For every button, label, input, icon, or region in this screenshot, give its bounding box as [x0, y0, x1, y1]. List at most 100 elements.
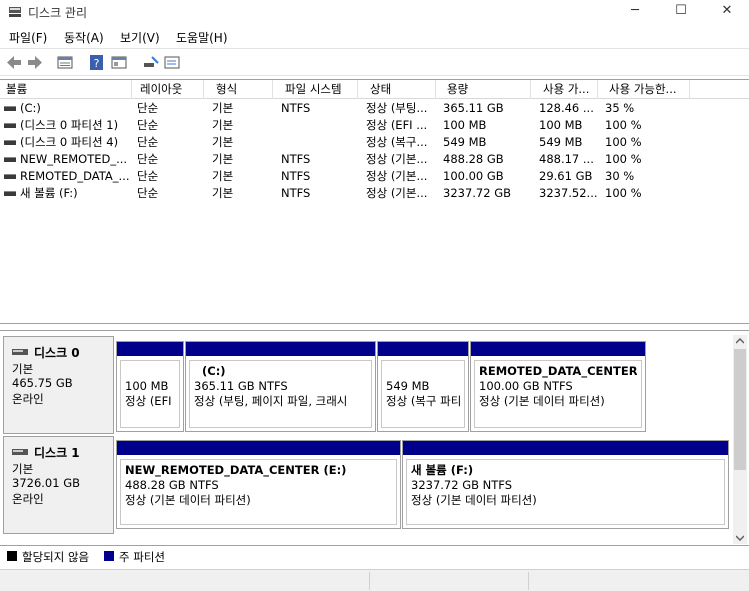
back-icon[interactable] [5, 54, 23, 71]
partition-status: 정상 (부팅, 페이지 파일, 크래시 [194, 394, 348, 408]
menu-file[interactable]: 파일(F) [9, 29, 47, 46]
status-bar [0, 569, 749, 591]
svg-text:?: ? [94, 57, 100, 70]
status-pane [0, 572, 370, 590]
unallocated-swatch [7, 551, 17, 561]
disk-name: 디스크 0 [34, 346, 80, 360]
column-header-capacity[interactable]: 용량 [441, 80, 531, 99]
column-header-type[interactable]: 형식 [210, 80, 273, 99]
primary-partition-bar [186, 342, 375, 356]
volume-name: REMOTED_DATA_... [20, 169, 130, 183]
properties-icon[interactable] [56, 54, 74, 71]
volume-icon [4, 123, 16, 128]
partition-status: 정상 (기본 데이터 파티션) [411, 493, 537, 507]
disk-status: 온라인 [12, 392, 44, 406]
partition-status: 정상 (기본 데이터 파티션) [125, 493, 251, 507]
scrollbar-thumb[interactable] [734, 349, 746, 470]
partition-size: 365.11 GB NTFS [194, 379, 288, 393]
volume-filesystem: NTFS [281, 101, 311, 115]
column-header-layout[interactable]: 레이아웃 [134, 80, 204, 99]
partition-disk0-efi[interactable]: 100 MB 정상 (EFI 시 [116, 341, 184, 432]
volume-icon [4, 191, 16, 196]
volume-icon [4, 106, 16, 111]
partition-name: (C:) [202, 364, 226, 378]
volume-type: 기본 [212, 169, 234, 183]
volume-status: 정상 (기본... [366, 186, 428, 200]
volume-capacity: 488.28 GB [443, 152, 504, 166]
volume-capacity: 549 MB [443, 135, 487, 149]
window-title: 디스크 관리 [28, 6, 88, 20]
partition-size: 3237.72 GB NTFS [411, 478, 513, 492]
disk-type: 기본 [12, 362, 34, 376]
scroll-down-icon[interactable] [736, 535, 744, 541]
partition-size: 100.00 GB NTFS [479, 379, 573, 393]
partition-size: 100 MB [125, 379, 169, 393]
volume-row[interactable]: (디스크 0 파티션 1) 단순 기본 정상 (EFI ... 100 MB 1… [0, 117, 749, 134]
primary-partition-bar [403, 441, 728, 455]
partition-disk0-recovery[interactable]: 549 MB 정상 (복구 파티 [377, 341, 469, 432]
console-icon[interactable] [110, 54, 128, 71]
close-button[interactable]: ✕ [704, 0, 749, 24]
disk-1-label[interactable]: 디스크 1 기본 3726.01 GB 온라인 [3, 436, 114, 534]
column-header-free-space[interactable]: 사용 가... [537, 80, 598, 99]
volume-list: 볼륨 레이아웃 형식 파일 시스템 상태 용량 사용 가... 사용 가능한..… [0, 79, 749, 324]
volume-capacity: 3237.72 GB [443, 186, 512, 200]
volume-percent-free: 100 % [605, 152, 642, 166]
volume-capacity: 100.00 GB [443, 169, 504, 183]
volume-layout: 단순 [137, 152, 159, 166]
volume-free-space: 29.61 GB [539, 169, 593, 183]
title-bar: 디스크 관리 ─ ☐ ✕ [0, 0, 749, 24]
partition-disk1-new-remoted-data-center[interactable]: NEW_REMOTED_DATA_CENTER (E:) 488.28 GB N… [116, 440, 401, 529]
volume-percent-free: 30 % [605, 169, 635, 183]
menu-view[interactable]: 보기(V) [120, 29, 160, 46]
menu-action[interactable]: 동작(A) [64, 29, 104, 46]
volume-row[interactable]: (C:) 단순 기본 NTFS 정상 (부팅... 365.11 GB 128.… [0, 100, 749, 117]
volume-row[interactable]: (디스크 0 파티션 4) 단순 기본 정상 (복구... 549 MB 549… [0, 134, 749, 151]
volume-filesystem [281, 134, 361, 151]
volume-name: NEW_REMOTED_... [20, 152, 128, 166]
column-header-filesystem[interactable]: 파일 시스템 [279, 80, 358, 99]
volume-row[interactable]: 새 볼륨 (F:) 단순 기본 NTFS 정상 (기본... 3237.72 G… [0, 185, 749, 202]
legend-unallocated: 할당되지 않음 [22, 550, 90, 564]
volume-filesystem [281, 117, 361, 134]
volume-type: 기본 [212, 135, 234, 149]
volume-row[interactable]: NEW_REMOTED_... 단순 기본 NTFS 정상 (기본... 488… [0, 151, 749, 168]
column-header-volume[interactable]: 볼륨 [0, 80, 132, 99]
volume-row[interactable]: REMOTED_DATA_... 단순 기본 NTFS 정상 (기본... 10… [0, 168, 749, 185]
column-header-status[interactable]: 상태 [364, 80, 436, 99]
disk-name: 디스크 1 [34, 446, 80, 460]
disk-0-label[interactable]: 디스크 0 기본 465.75 GB 온라인 [3, 336, 114, 434]
volume-percent-free: 35 % [605, 101, 635, 115]
volume-status: 정상 (복구... [366, 135, 428, 149]
primary-partition-bar [471, 342, 645, 356]
volume-type: 기본 [212, 152, 234, 166]
menu-help[interactable]: 도움말(H) [176, 29, 228, 46]
volume-name: (C:) [20, 101, 41, 115]
primary-partition-bar [117, 342, 183, 356]
volume-layout: 단순 [137, 101, 159, 115]
partition-disk0-c[interactable]: (C:) 365.11 GB NTFS 정상 (부팅, 페이지 파일, 크래시 [185, 341, 376, 432]
rescan-icon[interactable] [142, 54, 160, 71]
volume-name: (디스크 0 파티션 1) [20, 118, 119, 132]
maximize-button[interactable]: ☐ [658, 0, 704, 24]
forward-icon[interactable] [26, 54, 44, 71]
volume-capacity: 365.11 GB [443, 101, 504, 115]
volume-layout: 단순 [137, 118, 159, 132]
help-icon[interactable]: ? [88, 54, 106, 71]
minimize-button[interactable]: ─ [612, 0, 658, 24]
primary-partition-bar [117, 441, 400, 455]
volume-type: 기본 [212, 118, 234, 132]
partition-disk0-remoted-data-center[interactable]: REMOTED_DATA_CENTER ( 100.00 GB NTFS 정상 … [470, 341, 646, 432]
volume-type: 기본 [212, 186, 234, 200]
volume-free-space: 128.46 ... [539, 101, 594, 115]
scroll-up-icon[interactable] [736, 338, 744, 344]
settings-icon[interactable] [163, 54, 181, 71]
volume-icon [4, 140, 16, 145]
partition-name: NEW_REMOTED_DATA_CENTER (E:) [125, 463, 347, 477]
disk-type: 기본 [12, 462, 34, 476]
partition-disk1-new-volume-f[interactable]: 새 볼륨 (F:) 3237.72 GB NTFS 정상 (기본 데이터 파티션… [402, 440, 729, 529]
disk-map-scrollbar[interactable] [733, 335, 747, 544]
volume-free-space: 100 MB [539, 118, 583, 132]
column-header-percent-free[interactable]: 사용 가능한... [603, 80, 690, 99]
partition-status: 정상 (EFI 시 [125, 394, 175, 408]
